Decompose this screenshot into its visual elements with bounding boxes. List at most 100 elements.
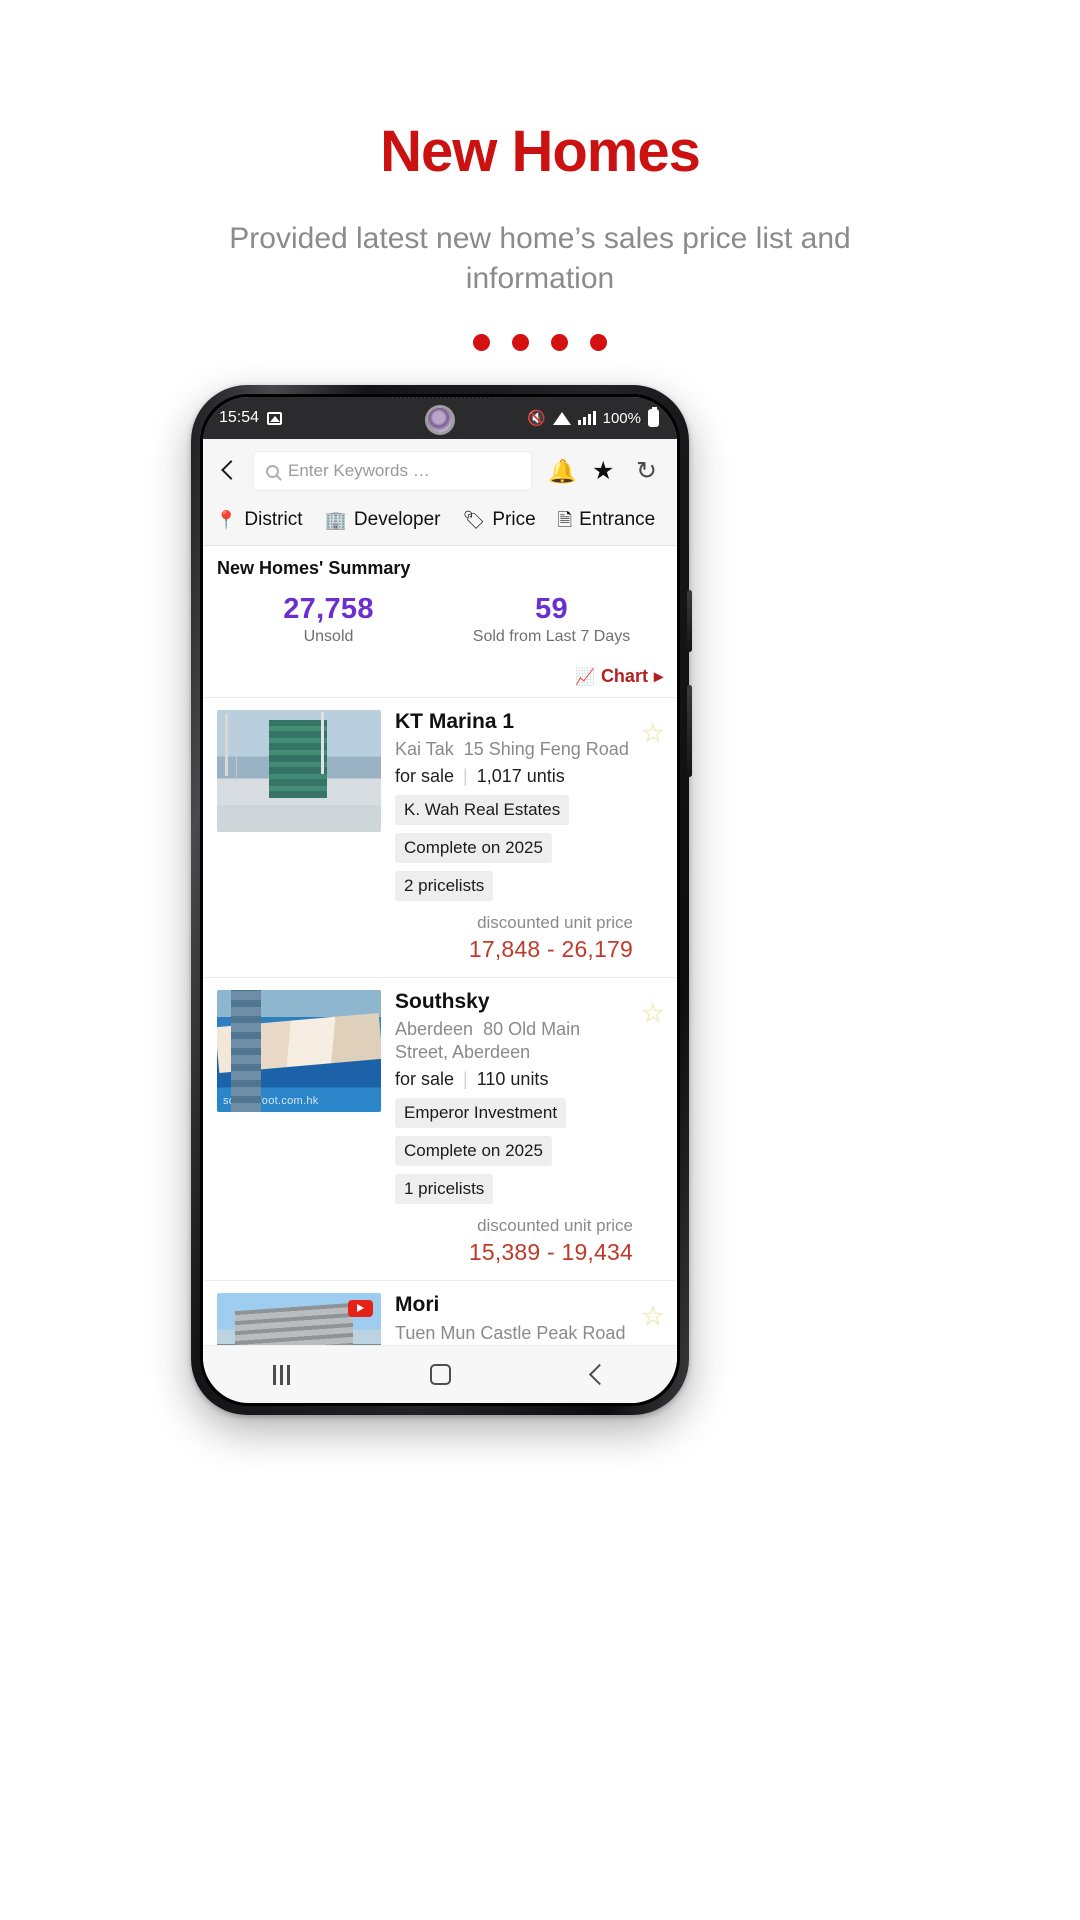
- phone-side-button: [687, 590, 692, 652]
- pricelists-tag[interactable]: 1 pricelists: [395, 1174, 494, 1205]
- summary-title: New Homes' Summary: [217, 558, 411, 578]
- carousel-dot[interactable]: [590, 333, 607, 351]
- mute-icon: 🔇: [526, 410, 546, 427]
- carousel-dot[interactable]: [551, 333, 568, 351]
- phone-bezel: 15:54 🔇 100% Enter Keywords … 🔔 ★ ↻ 📍 Di…: [200, 394, 680, 1406]
- chart-link-arrow: ▸: [653, 666, 663, 686]
- page-subtitle: Provided latest new home’s sales price l…: [229, 221, 851, 296]
- location-pin-icon: 📍: [215, 510, 238, 530]
- bell-icon[interactable]: 🔔: [548, 458, 577, 485]
- listing-district: Aberdeen: [395, 1019, 474, 1040]
- app-bar: Enter Keywords … 🔔 ★ ↻: [203, 439, 677, 503]
- listing-thumbnail[interactable]: [217, 710, 381, 832]
- carousel-dot[interactable]: [512, 333, 529, 351]
- listing-district: Tuen Mun Castle Peak Road: [395, 1322, 626, 1343]
- carousel-dot[interactable]: [473, 333, 490, 351]
- listing-district: Kai Tak: [395, 739, 454, 760]
- listing-tags-secondary: Complete on 2025 2 pricelists: [395, 833, 633, 902]
- listing-name: Mori: [395, 1293, 440, 1317]
- system-nav-bar: [203, 1345, 677, 1403]
- listing-tags: K. Wah Real Estates: [395, 795, 633, 826]
- stat-unsold: 27,758 Unsold: [217, 593, 440, 646]
- buildings-icon: 🏢: [324, 510, 347, 530]
- stat-value: 27,758: [283, 593, 374, 625]
- listing-list: KT Marina 1 Kai Tak 15 Shing Feng Road fo…: [203, 697, 677, 1403]
- listing-units: 1,017 untis: [476, 766, 565, 787]
- developer-tag[interactable]: Emperor Investment: [395, 1098, 567, 1129]
- filter-label: Developer: [353, 509, 441, 530]
- listing-address: Aberdeen 80 Old Main Street, Aberdeen: [395, 1018, 633, 1064]
- filter-developer[interactable]: 🏢 Developer: [324, 509, 440, 531]
- filter-label: Entrance: [579, 509, 656, 530]
- listing-tags-secondary: Complete on 2025 1 pricelists: [395, 1136, 633, 1205]
- status-bar: 15:54 🔇 100%: [203, 397, 677, 439]
- star-outline-icon[interactable]: ☆: [641, 1301, 665, 1332]
- filter-entrance[interactable]: 🗎 Entrance: [558, 509, 656, 531]
- appbar-actions: 🔔 ★ ↻: [544, 457, 663, 485]
- hero-section: New Homes Provided latest new home’s sal…: [0, 0, 1080, 351]
- recent-apps-icon[interactable]: [273, 1364, 291, 1385]
- status-left: 15:54: [219, 409, 283, 427]
- star-outline-icon[interactable]: ☆: [641, 718, 665, 749]
- listing-address: Kai Tak 15 Shing Feng Road: [395, 738, 633, 761]
- status-right: 🔇 100%: [526, 407, 659, 427]
- completion-tag[interactable]: Complete on 2025: [395, 833, 552, 864]
- phone-volume-button: [687, 685, 692, 777]
- filter-district[interactable]: 📍 District: [215, 509, 302, 531]
- developer-tag[interactable]: K. Wah Real Estates: [395, 795, 570, 826]
- filter-price[interactable]: 🏷 Price: [463, 509, 536, 531]
- listing-status-row: for sale | 1,017 untis: [395, 766, 633, 787]
- back-nav-icon[interactable]: [588, 1363, 610, 1386]
- front-camera-icon: [428, 408, 452, 432]
- listing-card[interactable]: squarefoot.com.hk Southsky Aberdeen 80 Ol…: [203, 977, 677, 1280]
- listing-card[interactable]: KT Marina 1 Kai Tak 15 Shing Feng Road fo…: [203, 697, 677, 977]
- listing-thumbnail[interactable]: squarefoot.com.hk: [217, 990, 381, 1113]
- summary-stats: 27,758 Unsold 59 Sold from Last 7 Days: [217, 593, 663, 646]
- wifi-icon: [552, 411, 571, 425]
- summary-panel: New Homes' Summary 27,758 Unsold 59 Sold…: [203, 546, 677, 652]
- listing-body: Southsky Aberdeen 80 Old Main Street, Abe…: [381, 990, 663, 1266]
- star-outline-icon[interactable]: ☆: [641, 998, 665, 1029]
- refresh-icon[interactable]: ↻: [636, 457, 663, 485]
- battery-percent: 100%: [602, 409, 641, 427]
- video-play-icon[interactable]: [348, 1300, 373, 1318]
- price-range: 15,389 - 19,434: [468, 1239, 633, 1266]
- search-icon: [266, 464, 279, 478]
- signal-icon: [577, 411, 596, 425]
- price-label: discounted unit price: [477, 1216, 633, 1236]
- price-label: discounted unit price: [477, 913, 633, 933]
- star-icon[interactable]: ★: [592, 457, 619, 485]
- phone-mockup: 15:54 🔇 100% Enter Keywords … 🔔 ★ ↻ 📍 Di…: [191, 385, 692, 1415]
- filter-label: Price: [492, 509, 536, 530]
- page-root: New Homes Provided latest new home’s sal…: [0, 0, 1080, 1920]
- listing-status-row: for sale | 110 units: [395, 1069, 633, 1090]
- listing-street: 15 Shing Feng Road: [463, 739, 629, 760]
- pricelists-tag[interactable]: 2 pricelists: [395, 871, 494, 902]
- listing-status: for sale: [395, 1069, 455, 1090]
- listing-body: KT Marina 1 Kai Tak 15 Shing Feng Road fo…: [381, 710, 663, 963]
- listing-name: Southsky: [395, 990, 490, 1014]
- stat-value: 59: [535, 593, 568, 625]
- price-tag-icon: 🏷: [462, 510, 486, 530]
- image-icon: [267, 411, 283, 425]
- carousel-dots[interactable]: [0, 333, 1080, 351]
- price-range: 17,848 - 26,179: [468, 936, 633, 963]
- chart-link-label: Chart: [600, 666, 648, 686]
- chart-link[interactable]: 📈 Chart ▸: [203, 652, 677, 697]
- battery-full-icon: [648, 407, 659, 427]
- search-placeholder: Enter Keywords …: [288, 461, 430, 480]
- completion-tag[interactable]: Complete on 2025: [395, 1136, 552, 1167]
- phone-screen: 15:54 🔇 100% Enter Keywords … 🔔 ★ ↻ 📍 Di…: [203, 397, 677, 1403]
- earpiece-speaker: [388, 397, 492, 398]
- page-title: New Homes: [380, 119, 701, 184]
- calculator-icon: 🗎: [557, 510, 573, 530]
- back-chevron-icon[interactable]: [215, 458, 241, 484]
- listing-name: KT Marina 1: [395, 710, 515, 733]
- listing-status: for sale: [395, 766, 455, 787]
- filter-tabs: 📍 District 🏢 Developer 🏷 Price 🗎 Entranc…: [203, 503, 677, 546]
- home-square-icon[interactable]: [430, 1364, 452, 1385]
- search-input[interactable]: Enter Keywords …: [253, 451, 532, 491]
- listing-units: 110 units: [476, 1069, 549, 1090]
- status-time: 15:54: [219, 409, 260, 426]
- listing-price: discounted unit price 17,848 - 26,179: [395, 913, 633, 963]
